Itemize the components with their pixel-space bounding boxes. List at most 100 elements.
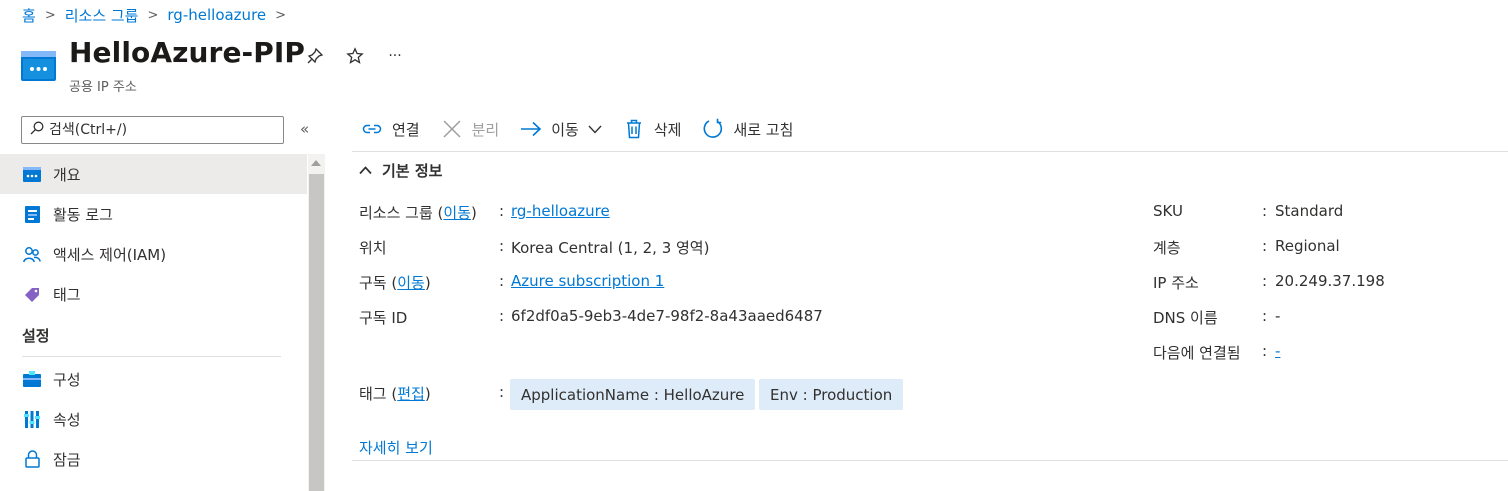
close-icon	[440, 117, 464, 141]
refresh-label: 새로 고침	[733, 120, 794, 139]
tag-chip: ApplicationName : HelloAzure	[510, 379, 756, 410]
link-icon	[360, 117, 384, 141]
subscription-id-label: 구독 ID	[359, 309, 408, 327]
breadcrumb-resource-groups[interactable]: 리소스 그룹	[65, 5, 139, 26]
resource-group-move-link[interactable]: 이동	[443, 204, 471, 222]
colon: :	[1262, 202, 1268, 220]
page-subtitle: 공용 IP 주소	[69, 80, 137, 95]
tags-edit-link[interactable]: 편집	[397, 385, 425, 403]
resource-group-value-link[interactable]: rg-helloazure	[511, 202, 610, 220]
refresh-button[interactable]: 새로 고침	[701, 117, 793, 141]
tags-label: 태그 (편집)	[359, 385, 431, 403]
chevron-down-icon	[588, 125, 602, 134]
search-icon	[30, 121, 44, 139]
sidebar-item-activity-log[interactable]: 활동 로그	[0, 194, 307, 234]
search-input[interactable]	[49, 122, 269, 138]
sidebar-scrollbar-thumb[interactable]	[309, 174, 324, 491]
subscription-value-link[interactable]: Azure subscription 1	[511, 272, 664, 290]
essentials-toggle[interactable]: 기본 정보	[359, 160, 442, 181]
sidebar-item-iam[interactable]: 액세스 제어(IAM)	[0, 234, 307, 274]
breadcrumb-separator-icon: >	[275, 7, 287, 23]
sku-value: Standard	[1275, 202, 1344, 220]
dns-name-value: -	[1275, 307, 1281, 325]
associate-button[interactable]: 연결	[360, 117, 420, 141]
properties-icon	[22, 409, 42, 429]
more-options-icon[interactable]: ···	[383, 44, 407, 68]
sidebar-item-label: 활동 로그	[53, 205, 113, 224]
trash-icon	[622, 117, 646, 141]
toolbar-divider	[352, 151, 1508, 152]
resource-group-label: 리소스 그룹 (이동)	[359, 204, 477, 222]
title-actions: ···	[303, 44, 407, 68]
command-bar: 연결 분리 이동 삭제 새로 고침	[360, 114, 813, 144]
sidebar-item-label: 태그	[53, 285, 81, 304]
tier-value: Regional	[1275, 237, 1340, 255]
resource-group-label-text: 리소스 그룹	[359, 204, 433, 222]
ip-address-value: 20.249.37.198	[1275, 272, 1385, 290]
subscription-label: 구독 (이동)	[359, 274, 431, 292]
associate-label: 연결	[392, 120, 420, 139]
page-title: HelloAzure-PIP	[69, 36, 306, 69]
delete-button[interactable]: 삭제	[622, 117, 682, 141]
sidebar-section-settings: 설정	[22, 327, 50, 345]
colon: :	[1262, 307, 1268, 325]
associated-to-label: 다음에 연결됨	[1153, 344, 1241, 362]
iam-icon	[22, 244, 42, 264]
ip-address-label: IP 주소	[1153, 274, 1199, 292]
colon: :	[499, 383, 505, 401]
tags-label-text: 태그	[359, 385, 387, 403]
configuration-icon	[22, 369, 42, 389]
lock-icon	[22, 449, 42, 469]
pin-icon[interactable]	[303, 44, 327, 68]
overview-icon	[22, 164, 42, 184]
refresh-icon	[701, 117, 725, 141]
breadcrumb-separator-icon: >	[44, 7, 56, 23]
sidebar-item-overview[interactable]: 개요	[0, 154, 307, 194]
breadcrumb-rg-helloazure[interactable]: rg-helloazure	[167, 6, 266, 24]
move-label: 이동	[551, 120, 579, 139]
sidebar-item-properties[interactable]: 속성	[0, 399, 307, 439]
colon: :	[499, 237, 505, 255]
sidebar-item-lock[interactable]: 잠금	[0, 439, 307, 479]
location-label: 위치	[359, 239, 387, 257]
tier-label: 계층	[1153, 239, 1181, 257]
essentials-bottom-divider	[352, 460, 1508, 461]
tag-icon	[22, 284, 42, 304]
colon: :	[499, 307, 505, 325]
colon: :	[1262, 237, 1268, 255]
subscription-label-text: 구독	[359, 274, 387, 292]
sidebar-nav: 개요 활동 로그 액세스 제어(IAM) 태그 설정 구성 속성 잠금	[0, 154, 307, 479]
sidebar-item-label: 액세스 제어(IAM)	[53, 245, 167, 264]
sidebar-item-tags[interactable]: 태그	[0, 274, 307, 314]
breadcrumb: 홈 > 리소스 그룹 > rg-helloazure >	[22, 4, 295, 26]
move-button[interactable]: 이동	[519, 117, 602, 141]
colon: :	[1262, 272, 1268, 290]
favorite-star-icon[interactable]	[343, 44, 367, 68]
sidebar-item-label: 잠금	[53, 450, 81, 469]
chevron-up-icon	[359, 166, 372, 175]
sidebar-item-label: 속성	[53, 410, 81, 429]
sidebar-item-label: 구성	[53, 370, 81, 389]
subscription-move-link[interactable]: 이동	[397, 274, 425, 292]
delete-label: 삭제	[653, 120, 682, 139]
subscription-id-value: 6f2df0a5-9eb3-4de7-98f2-8a43aaed6487	[511, 307, 823, 325]
location-value: Korea Central (1, 2, 3 영역)	[511, 239, 710, 257]
tag-chip: Env : Production	[759, 379, 904, 410]
sidebar-item-label: 개요	[53, 165, 81, 184]
scroll-up-arrow-icon[interactable]	[311, 160, 321, 166]
public-ip-icon	[21, 51, 56, 81]
see-more-link[interactable]: 자세히 보기	[359, 437, 433, 458]
colon: :	[499, 272, 505, 290]
collapse-sidebar-icon[interactable]: «	[300, 120, 309, 138]
activity-log-icon	[22, 204, 42, 224]
colon: :	[1262, 342, 1268, 360]
breadcrumb-home[interactable]: 홈	[22, 5, 36, 26]
dissociate-button[interactable]: 분리	[440, 117, 499, 141]
sidebar-item-configuration[interactable]: 구성	[0, 359, 307, 399]
essentials-heading: 기본 정보	[382, 162, 443, 180]
colon: :	[499, 202, 505, 220]
associated-to-value-link[interactable]: -	[1275, 342, 1280, 360]
dns-name-label: DNS 이름	[1153, 309, 1218, 327]
sidebar-search[interactable]	[21, 116, 284, 144]
sku-label: SKU	[1153, 202, 1183, 220]
